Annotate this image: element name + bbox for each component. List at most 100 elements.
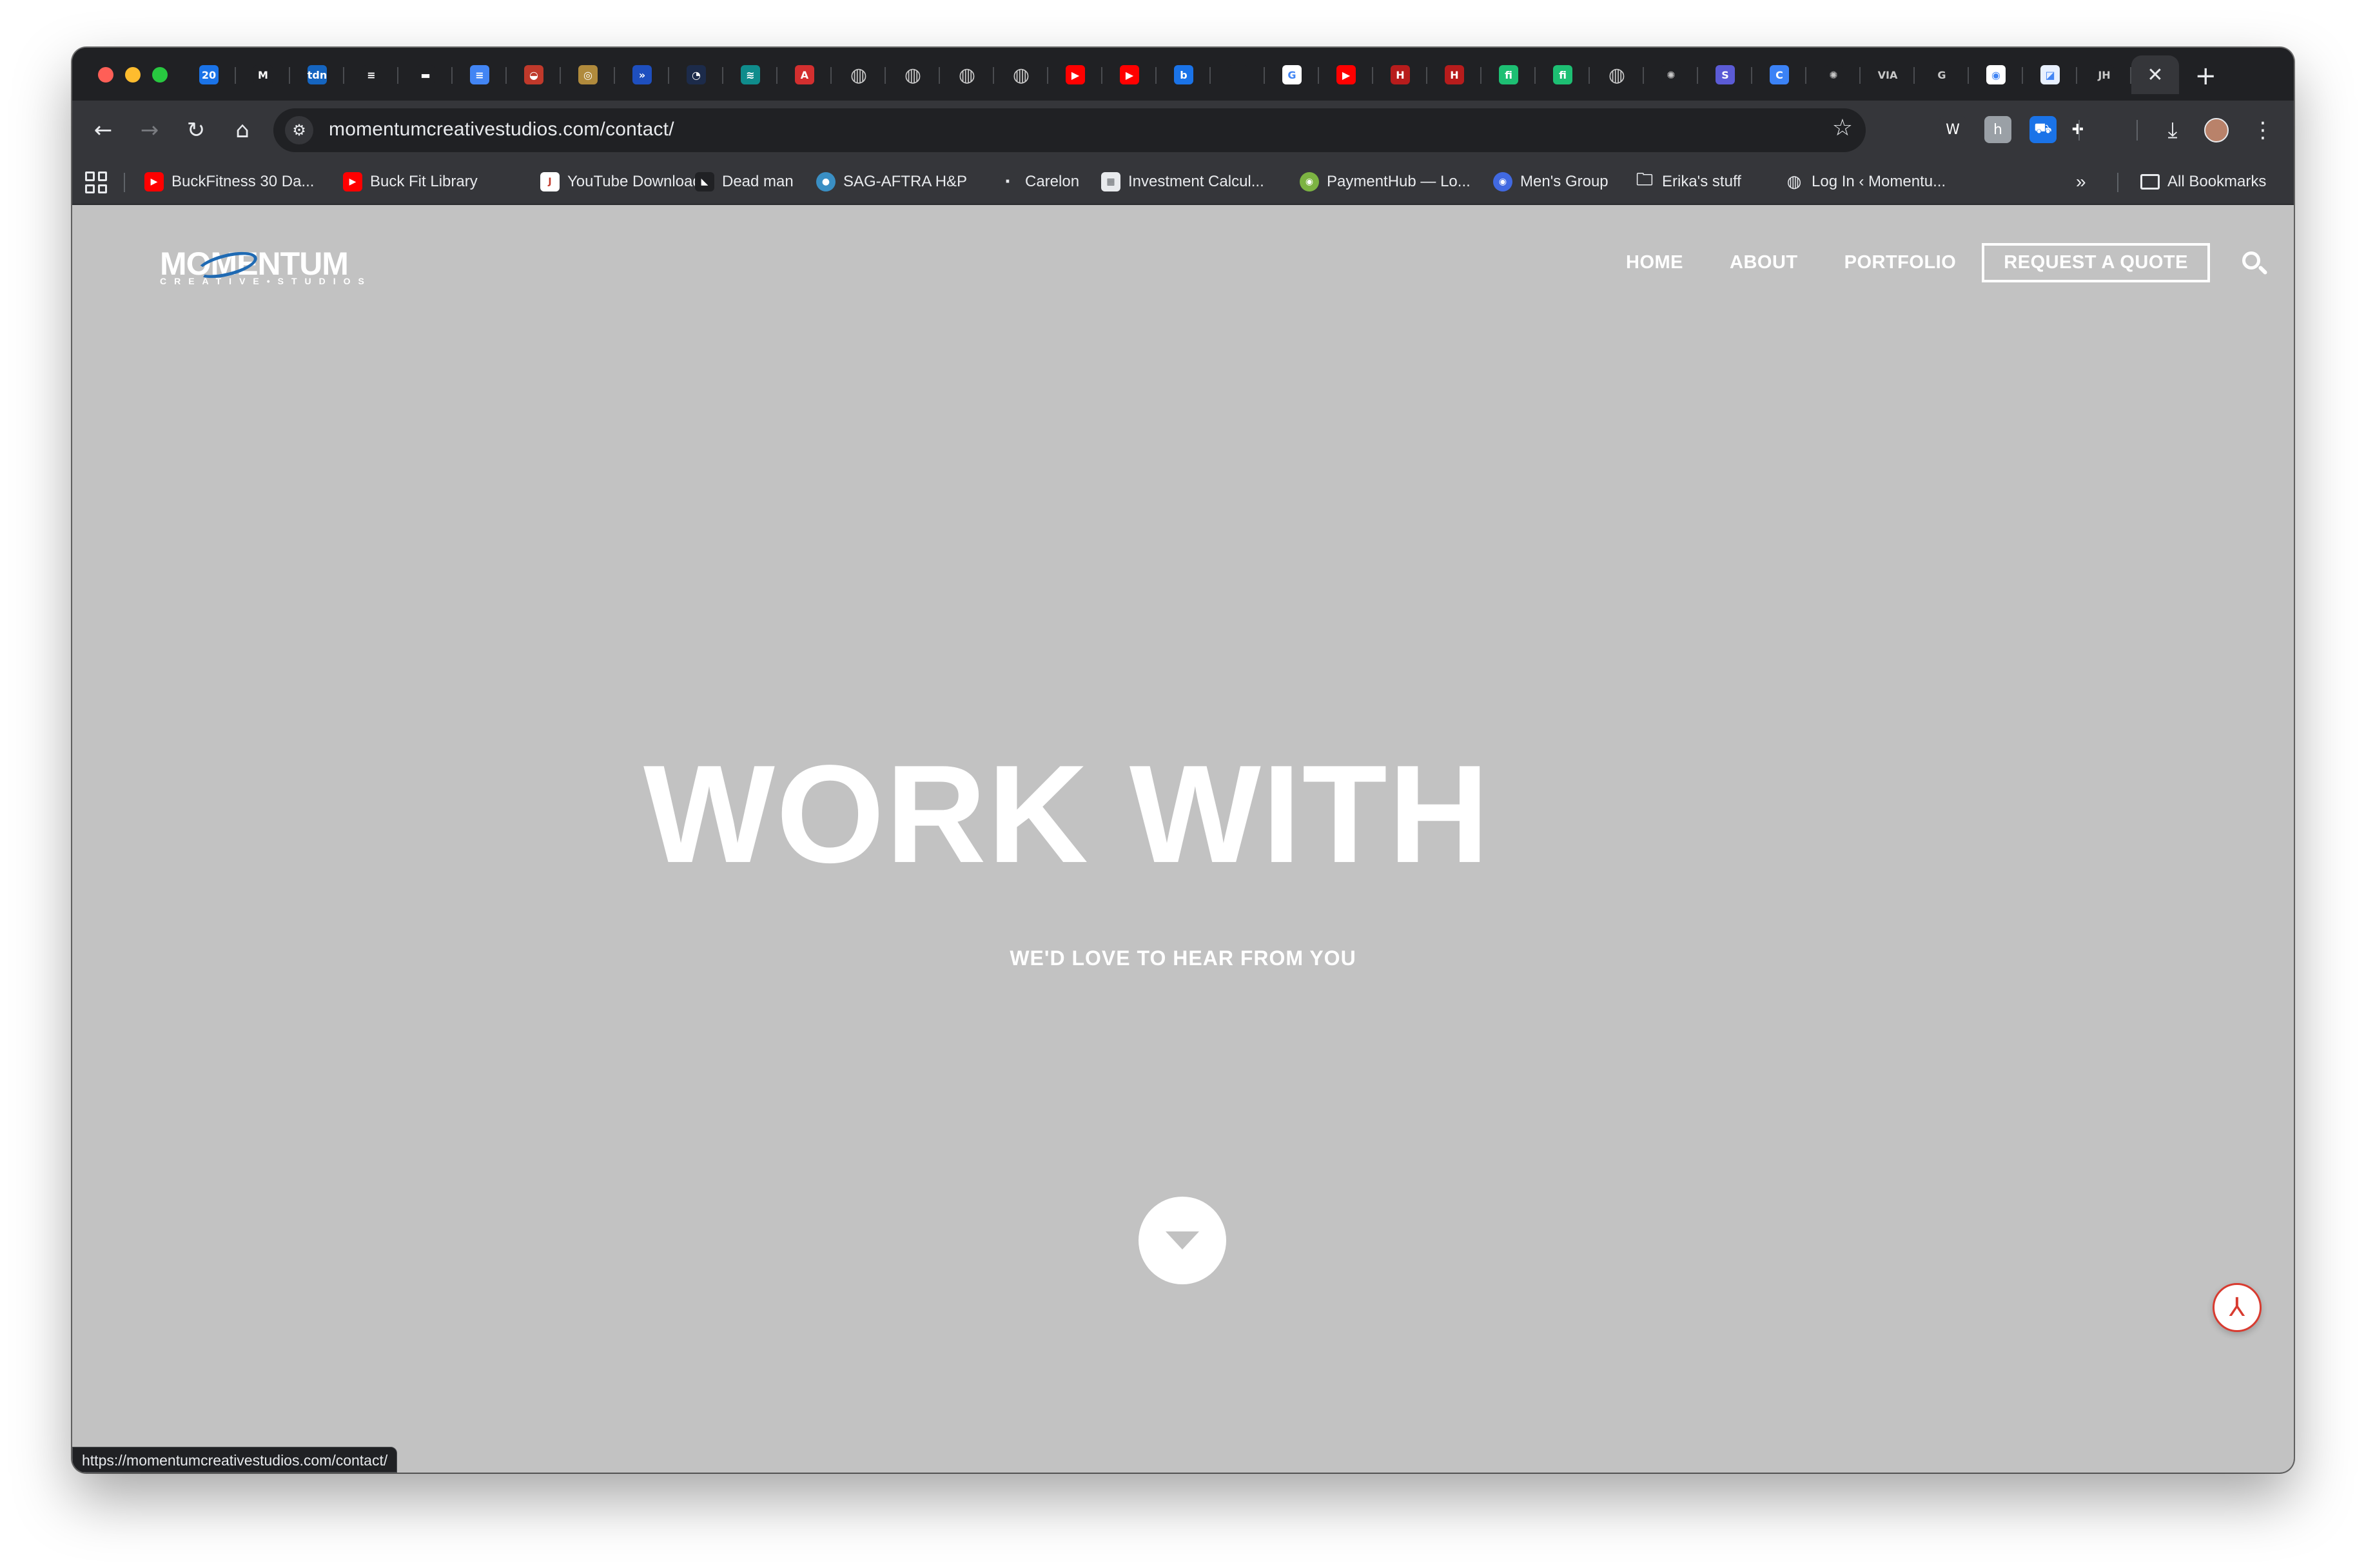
apps-grid-icon[interactable] xyxy=(85,172,107,193)
browser-tab[interactable]: fi xyxy=(1536,55,1590,94)
home-button[interactable]: ⌂ xyxy=(226,113,259,147)
nav-about[interactable]: ABOUT xyxy=(1730,252,1798,273)
logo-subtitle: CREATIVE•STUDIOS xyxy=(160,276,372,286)
browser-tab[interactable]: ≡ xyxy=(453,55,507,94)
back-button[interactable]: ← xyxy=(86,113,120,147)
b-icon: b xyxy=(1174,65,1193,84)
nav-home[interactable]: HOME xyxy=(1626,252,1683,273)
site-info-icon[interactable]: ⚙ xyxy=(285,116,313,144)
browser-tab[interactable]: ▬ xyxy=(398,55,453,94)
folder-icon xyxy=(2140,174,2160,190)
minimize-window-button[interactable] xyxy=(125,67,141,83)
bookmark-item[interactable]: J YouTube Download xyxy=(540,170,701,193)
browser-tab[interactable]: 20 xyxy=(182,55,236,94)
browser-tab[interactable]: A xyxy=(777,55,832,94)
bookmark-item[interactable]: ◉ PaymentHub — Lo... xyxy=(1300,170,1471,193)
browser-tab[interactable]: ◍ xyxy=(886,55,940,94)
browser-tab[interactable]: ✺ xyxy=(1644,55,1698,94)
youtube-icon: ▶ xyxy=(1336,65,1356,84)
youtube-icon: ▶ xyxy=(144,172,164,191)
close-window-button[interactable] xyxy=(98,67,113,83)
acrobat-icon[interactable]: ⅄ xyxy=(2213,1283,2262,1332)
maximize-window-button[interactable] xyxy=(152,67,168,83)
tv-icon: ▬ xyxy=(416,65,435,84)
browser-tab[interactable]: ◉ xyxy=(1969,55,2023,94)
bookmark-star-icon[interactable]: ☆ xyxy=(1832,115,1853,141)
browser-tab[interactable] xyxy=(1211,55,1265,94)
browser-tab[interactable]: M xyxy=(236,55,290,94)
puzzle-icon[interactable]: ✚ xyxy=(2064,116,2091,143)
bookmark-label: Investment Calcul... xyxy=(1128,173,1264,190)
cart-extension-icon[interactable]: ⛟ xyxy=(2029,116,2057,143)
browser-tab[interactable]: ◪ xyxy=(2023,55,2077,94)
browser-tab[interactable]: VIA xyxy=(1861,55,1915,94)
bookmark-item[interactable]: ● SAG-AFTRA H&P xyxy=(816,170,967,193)
new-tab-button[interactable]: + xyxy=(2195,57,2216,95)
link-status-bar: https://momentumcreativestudios.com/cont… xyxy=(72,1447,398,1473)
request-quote-button[interactable]: REQUEST A QUOTE xyxy=(1982,242,2210,282)
profile-avatar[interactable] xyxy=(2200,113,2233,147)
browser-tab[interactable]: ◎ xyxy=(561,55,615,94)
browser-tab[interactable]: ≋ xyxy=(723,55,777,94)
browser-tab[interactable]: ▶ xyxy=(1319,55,1373,94)
bookmark-item[interactable]: ◣ Dead man xyxy=(695,170,794,193)
folder-icon: 🗀 xyxy=(1635,170,1654,191)
browser-tab[interactable]: ◍ xyxy=(832,55,886,94)
close-tab-icon[interactable]: ✕ xyxy=(2147,64,2163,86)
browser-tab[interactable]: G xyxy=(1265,55,1319,94)
browser-tab[interactable]: ▶ xyxy=(1048,55,1102,94)
carelon-icon: · xyxy=(998,172,1017,191)
bookmark-item[interactable]: ▶ BuckFitness 30 Da... xyxy=(144,170,314,193)
bookmark-item[interactable]: 🗀 Erika's stuff xyxy=(1635,170,1741,193)
bookmarks-divider xyxy=(124,173,125,192)
grey-extension-icon[interactable]: h xyxy=(1984,116,2011,143)
bookmark-item[interactable]: · Carelon xyxy=(998,170,1079,193)
browser-tab[interactable]: tdn xyxy=(290,55,344,94)
scroll-down-button[interactable] xyxy=(1139,1197,1226,1284)
browser-tab[interactable]: S xyxy=(1698,55,1752,94)
browser-tab[interactable]: ◍ xyxy=(940,55,994,94)
globe-icon: ◍ xyxy=(958,63,976,86)
bookmark-item[interactable]: ◉ Men's Group xyxy=(1493,170,1608,193)
all-bookmarks-button[interactable]: All Bookmarks xyxy=(2140,170,2266,193)
bookmark-item[interactable]: ▶ Buck Fit Library xyxy=(343,170,478,193)
browser-tab[interactable]: ◍ xyxy=(994,55,1048,94)
browser-menu-icon[interactable]: ⋮ xyxy=(2246,113,2280,147)
bookmark-item[interactable]: ◍ Log In ‹ Momentu... xyxy=(1784,170,1946,193)
browser-tab[interactable]: C xyxy=(1752,55,1806,94)
browser-tab[interactable]: b xyxy=(1157,55,1211,94)
chrome-icon: ◉ xyxy=(1986,65,2006,84)
c-icon: C xyxy=(1770,65,1789,84)
browser-tab[interactable]: ◍ xyxy=(1590,55,1644,94)
browser-tab[interactable]: ≡ xyxy=(344,55,398,94)
bookmarks-overflow-icon[interactable]: » xyxy=(2076,170,2086,193)
browser-tab[interactable]: ◒ xyxy=(507,55,561,94)
browser-tab[interactable]: fi xyxy=(1481,55,1536,94)
fiverr-icon: fi xyxy=(1553,65,1572,84)
browser-tab[interactable]: H xyxy=(1427,55,1481,94)
reload-button[interactable]: ↻ xyxy=(179,113,213,147)
browser-tab[interactable]: » xyxy=(615,55,669,94)
downloads-icon[interactable]: ⤓ xyxy=(2156,113,2189,147)
browser-tab[interactable]: ▶ xyxy=(1102,55,1157,94)
forward-button[interactable]: → xyxy=(133,113,166,147)
h-icon: H xyxy=(1391,65,1410,84)
momentum-logo[interactable]: MOMENTUM CREATIVE•STUDIOS xyxy=(160,245,379,286)
browser-tab[interactable]: ✺ xyxy=(1806,55,1861,94)
nav-portfolio[interactable]: PORTFOLIO xyxy=(1844,252,1957,273)
browser-tab[interactable]: JH xyxy=(2077,55,2131,94)
bookmark-label: Buck Fit Library xyxy=(370,173,478,190)
sag-icon: ● xyxy=(816,172,836,191)
acrobat-icon: A xyxy=(795,65,814,84)
bookmark-item[interactable]: ▦ Investment Calcul... xyxy=(1101,170,1264,193)
search-icon[interactable] xyxy=(2242,251,2268,277)
url-text[interactable]: momentumcreativestudios.com/contact/ xyxy=(329,119,674,141)
all-bookmarks-label: All Bookmarks xyxy=(2167,173,2267,190)
browser-tab[interactable]: G xyxy=(1915,55,1969,94)
toolbar-divider xyxy=(2078,120,2080,141)
browser-tab[interactable]: ◔ xyxy=(669,55,723,94)
address-bar[interactable]: ⚙ momentumcreativestudios.com/contact/ ☆ xyxy=(273,108,1866,152)
active-tab[interactable]: ✕ xyxy=(2131,55,2179,94)
w-extension-icon[interactable]: W xyxy=(1939,116,1966,143)
browser-tab[interactable]: H xyxy=(1373,55,1427,94)
